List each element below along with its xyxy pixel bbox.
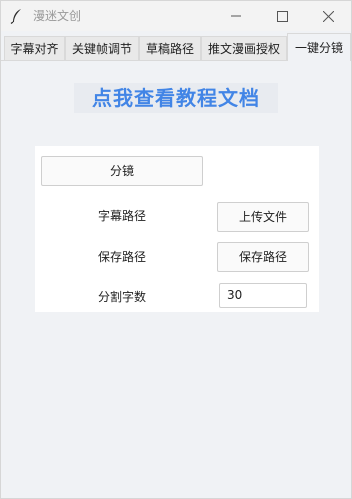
split-count-label: 分割字数 xyxy=(98,290,147,304)
tab-comic-auth[interactable]: 推文漫画授权 xyxy=(201,36,287,60)
tutorial-doc-link[interactable]: 点我查看教程文档 xyxy=(74,83,278,113)
maximize-button[interactable] xyxy=(259,1,305,31)
split-count-input[interactable]: 30 xyxy=(219,283,307,308)
split-button[interactable]: 分镜 xyxy=(41,156,203,186)
tab-storyboard[interactable]: 一键分镜 xyxy=(287,33,351,61)
tab-keyframe[interactable]: 关键帧调节 xyxy=(65,36,139,60)
feather-icon xyxy=(10,8,24,24)
maximize-icon xyxy=(276,10,288,22)
minimize-button[interactable] xyxy=(213,1,259,31)
window-title: 漫迷文创 xyxy=(33,9,82,23)
subtitle-path-label: 字幕路径 xyxy=(98,209,147,223)
close-button[interactable] xyxy=(305,1,351,31)
minimize-icon xyxy=(231,11,241,21)
title-bar[interactable]: 漫迷文创 xyxy=(1,1,351,31)
save-path-button[interactable]: 保存路径 xyxy=(217,242,309,272)
tab-divider xyxy=(1,60,287,61)
tab-bar: 字幕对齐 关键帧调节 草稿路径 推文漫画授权 一键分镜 xyxy=(1,33,351,61)
app-window: 漫迷文创 字幕对齐 关键帧调节 草稿路径 推文漫画授权 一键分镜 点我查看教程文… xyxy=(0,0,352,499)
save-path-label: 保存路径 xyxy=(98,250,147,264)
tab-subtitle-align[interactable]: 字幕对齐 xyxy=(4,36,65,60)
tab-draft-path[interactable]: 草稿路径 xyxy=(139,36,201,60)
close-icon xyxy=(322,10,334,22)
upload-file-button[interactable]: 上传文件 xyxy=(217,202,309,232)
